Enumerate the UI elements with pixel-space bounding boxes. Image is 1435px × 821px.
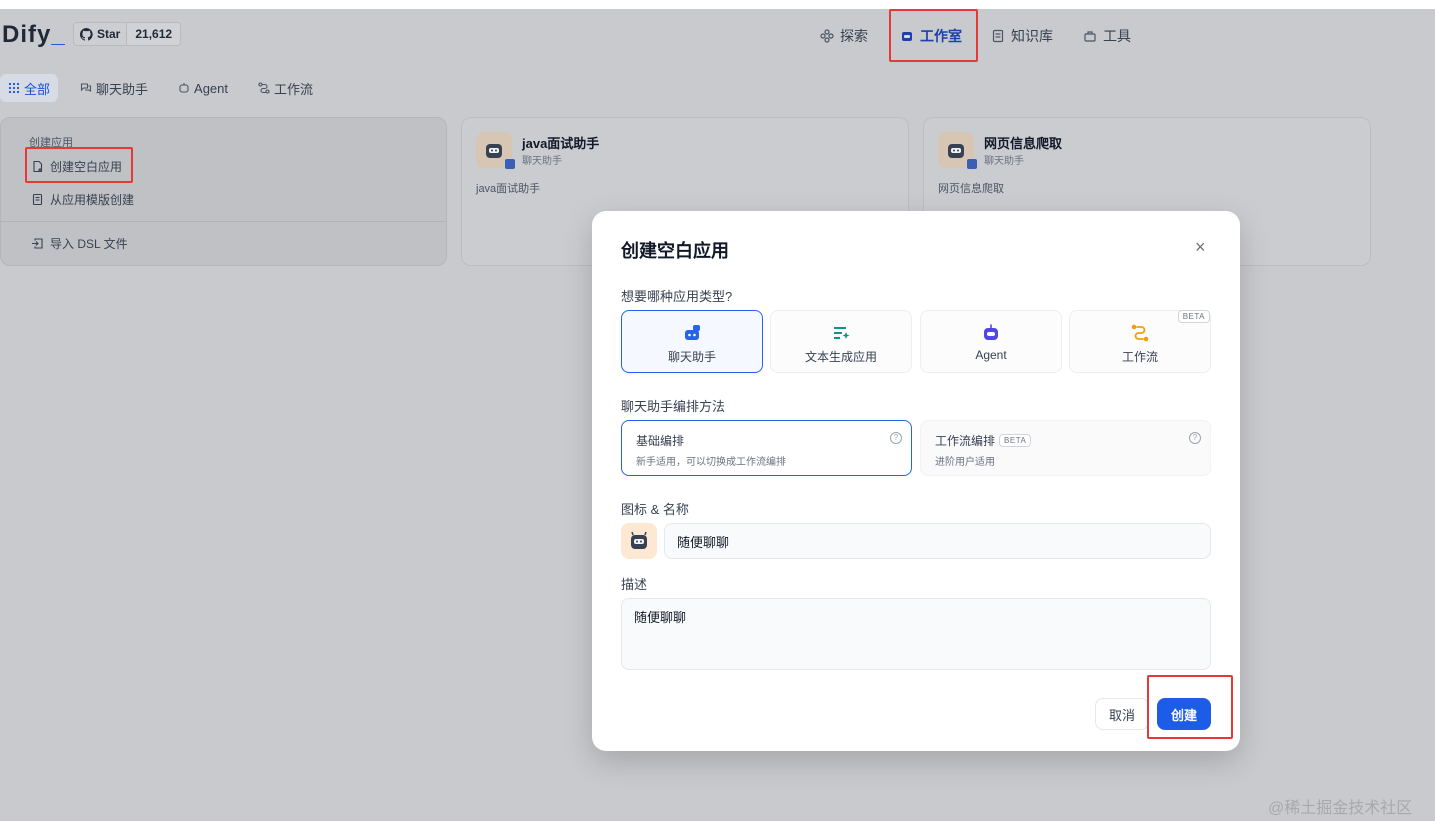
watermark: @稀土掘金技术社区 <box>1268 800 1413 817</box>
import-dsl-label: 导入 DSL 文件 <box>50 237 128 251</box>
app-type-text-generation[interactable]: 文本生成应用 <box>770 310 912 373</box>
app-type-chat-assistant[interactable]: 聊天助手 <box>621 310 763 373</box>
description-label: 描述 <box>621 577 648 592</box>
app-header: Dify_ Star 21,612 探索 工作室 知识库 工具 <box>0 9 1435 59</box>
help-icon[interactable]: ? <box>1189 432 1201 444</box>
orchestration-mode-label: 聊天助手编排方法 <box>621 399 726 414</box>
github-star-label: Star <box>97 27 121 41</box>
app-type: 聊天助手 <box>522 156 562 167</box>
github-star-count[interactable]: 21,612 <box>126 23 181 45</box>
import-icon <box>32 238 43 249</box>
book-icon <box>992 29 1004 43</box>
workflow-icon <box>258 82 270 94</box>
close-icon[interactable]: × <box>1195 237 1206 258</box>
app-type: 聊天助手 <box>984 156 1024 167</box>
nav-explore-label: 探索 <box>840 28 868 44</box>
toolbox-icon <box>1084 31 1096 42</box>
app-type-question: 想要哪种应用类型? <box>621 289 733 304</box>
app-name: 网页信息爬取 <box>984 136 1063 151</box>
grid-icon <box>8 82 20 94</box>
create-from-template-button[interactable]: 从应用模版创建 <box>31 191 134 208</box>
nav-tools[interactable]: 工具 <box>1083 21 1131 51</box>
import-dsl-button[interactable]: 导入 DSL 文件 <box>31 235 128 252</box>
github-star-widget[interactable]: Star 21,612 <box>73 22 182 46</box>
agent-robot-icon <box>984 324 998 340</box>
dify-logo[interactable]: Dify_ <box>2 21 66 49</box>
chat-type-badge-icon <box>504 158 516 170</box>
app-description: 网页信息爬取 <box>938 183 1004 195</box>
filter-agent-label: Agent <box>194 80 229 96</box>
beta-badge: BETA <box>999 434 1032 447</box>
template-icon <box>32 193 43 206</box>
chat-icon <box>80 83 92 93</box>
filter-all[interactable]: 全部 <box>0 74 59 102</box>
app-type-agent-label: Agent <box>975 348 1007 362</box>
create-card-divider <box>1 221 446 222</box>
text-generation-icon <box>834 327 850 339</box>
github-icon <box>80 27 93 41</box>
mode-workflow-desc: 进阶用户适用 <box>935 457 995 468</box>
explore-icon <box>820 29 834 43</box>
workflow-icon <box>1131 324 1149 342</box>
highlight-box-studio <box>889 9 978 62</box>
app-type-text-generation-label: 文本生成应用 <box>804 350 877 364</box>
app-type-workflow-label: 工作流 <box>1121 350 1158 364</box>
filter-agent[interactable]: Agent <box>170 74 236 102</box>
help-icon[interactable]: ? <box>890 432 902 444</box>
app-icon-picker[interactable] <box>621 523 657 559</box>
chat-type-badge-icon <box>966 158 978 170</box>
app-description-input[interactable]: 随便聊聊 <box>621 598 1211 670</box>
create-from-template-label: 从应用模版创建 <box>50 193 135 207</box>
filter-chat-label: 聊天助手 <box>96 81 149 97</box>
app-type-chat-assistant-label: 聊天助手 <box>667 350 716 364</box>
beta-badge: BETA <box>1177 310 1210 323</box>
filter-workflow-label: 工作流 <box>274 81 314 97</box>
mode-basic-title: 基础编排 <box>636 434 685 448</box>
filter-workflow[interactable]: 工作流 <box>250 74 321 102</box>
cancel-button[interactable]: 取消 <box>1095 698 1149 730</box>
nav-explore[interactable]: 探索 <box>820 21 868 51</box>
mode-workflow-title: 工作流编排 <box>935 434 996 448</box>
create-app-card: 创建应用 创建空白应用 从应用模版创建 导入 DSL 文件 <box>0 117 447 266</box>
app-name-input[interactable] <box>664 523 1211 559</box>
nav-knowledge-label: 知识库 <box>1011 28 1053 44</box>
nav-knowledge[interactable]: 知识库 <box>991 21 1053 51</box>
top-strip <box>0 0 1435 9</box>
filter-all-label: 全部 <box>24 81 51 97</box>
mode-workflow[interactable]: 工作流编排 BETA 进阶用户适用 ? <box>920 420 1211 476</box>
app-type-workflow[interactable]: BETA 工作流 <box>1069 310 1211 373</box>
robot-avatar-icon <box>948 144 964 158</box>
modal-title: 创建空白应用 <box>621 241 729 261</box>
icon-name-label: 图标 & 名称 <box>621 502 689 517</box>
chat-assistant-icon <box>685 325 700 340</box>
robot-avatar-icon <box>631 531 647 549</box>
filter-chat[interactable]: 聊天助手 <box>72 74 156 102</box>
agent-icon <box>179 83 189 93</box>
app-name: java面试助手 <box>522 136 600 151</box>
mode-basic-desc: 新手适用，可以切换成工作流编排 <box>636 457 786 468</box>
highlight-box-create-blank <box>25 147 133 183</box>
app-filter-tabs: 全部 聊天助手 Agent 工作流 <box>0 74 321 102</box>
robot-avatar-icon <box>486 144 502 158</box>
create-blank-app-modal: 创建空白应用 × 想要哪种应用类型? 聊天助手 文本生成应用 Agent BET… <box>592 211 1240 751</box>
app-type-agent[interactable]: Agent <box>920 310 1062 373</box>
highlight-box-create-button <box>1147 675 1233 739</box>
nav-tools-label: 工具 <box>1103 28 1131 44</box>
app-description: java面试助手 <box>476 183 541 195</box>
github-star-button[interactable]: Star <box>74 23 127 45</box>
mode-basic[interactable]: 基础编排 新手适用，可以切换成工作流编排 ? <box>621 420 912 476</box>
